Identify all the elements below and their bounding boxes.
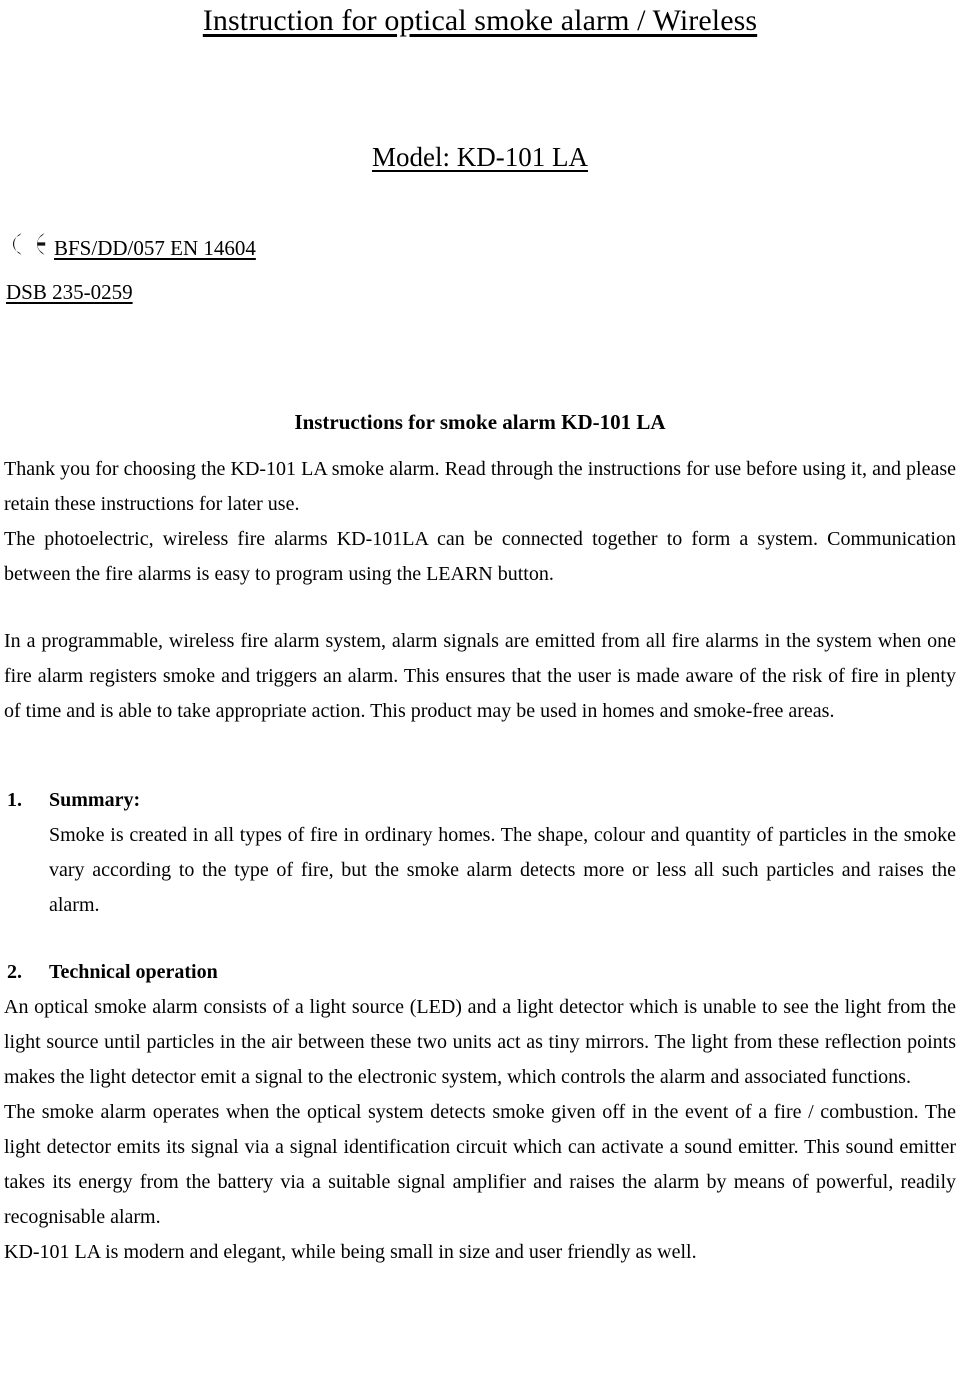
section-2-paragraph-2: The smoke alarm operates when the optica… <box>4 1101 956 1228</box>
intro-paragraph-3: In a programmable, wireless fire alarm s… <box>4 630 956 722</box>
section-technical-operation-heading: 2. Technical operation <box>4 955 956 990</box>
document-page: Instruction for optical smoke alarm / Wi… <box>0 4 960 1374</box>
certification-approval-row: DSB 235-0259 <box>4 270 524 304</box>
section-1-number: 1. <box>7 789 22 811</box>
section-2-paragraph-3: KD-101 LA is modern and elegant, while b… <box>4 1241 697 1263</box>
section-2-title: Technical operation <box>49 961 218 983</box>
instructions-heading: Instructions for smoke alarm KD-101 LA <box>294 410 666 434</box>
intro-paragraph-1: Thank you for choosing the KD-101 LA smo… <box>4 458 956 515</box>
certification-standard: BFS/DD/057 EN 14604 <box>54 236 256 260</box>
certification-block: BFS/DD/057 EN 14604 DSB 235-0259 <box>4 226 524 304</box>
intro-paragraph-2: The photoelectric, wireless fire alarms … <box>4 528 956 585</box>
model-heading: Model: KD-101 LA <box>0 142 960 173</box>
section-2-paragraph-1: An optical smoke alarm consists of a lig… <box>4 996 956 1088</box>
page-title-text: Instruction for optical smoke alarm / Wi… <box>202 4 758 37</box>
certification-standard-row: BFS/DD/057 EN 14604 <box>4 226 524 260</box>
ce-mark-icon <box>4 229 52 259</box>
model-heading-text: Model: KD-101 LA <box>372 142 588 172</box>
section-1-body: Smoke is created in all types of fire in… <box>49 824 956 916</box>
page-title: Instruction for optical smoke alarm / Wi… <box>4 4 956 38</box>
section-1-title: Summary: <box>49 789 141 811</box>
section-summary: 1. Summary: Smoke is created in all type… <box>4 783 956 923</box>
section-2-number: 2. <box>7 961 22 983</box>
certification-approval: DSB 235-0259 <box>6 280 133 304</box>
document-body: Thank you for choosing the KD-101 LA smo… <box>4 452 956 1270</box>
